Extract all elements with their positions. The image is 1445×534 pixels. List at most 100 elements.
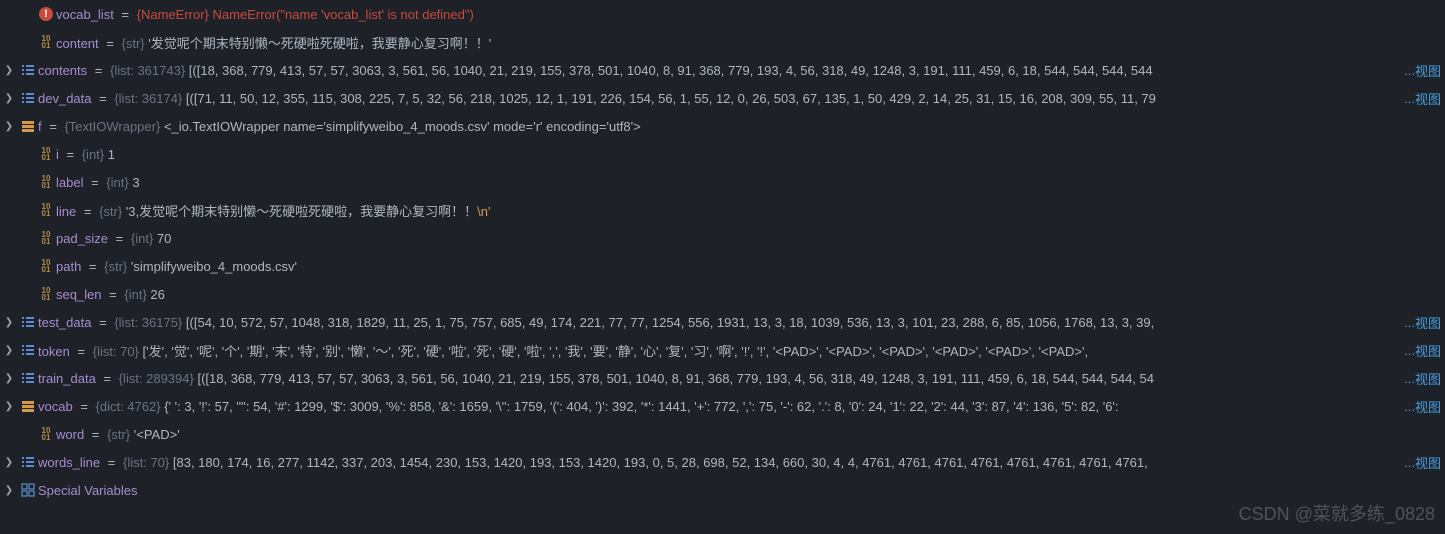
view-link-label: 视图 <box>1415 89 1441 108</box>
ellipsis: ... <box>1404 371 1415 386</box>
variable-row[interactable]: !vocab_list = {NameError} NameError("nam… <box>0 0 1445 28</box>
variable-content: token = {list: 70} ['发', '觉', '呢', '个', … <box>38 341 1445 360</box>
variable-value: 'simplifyweibo_4_moods.csv' <box>131 259 297 274</box>
variable-row[interactable]: ❯ token = {list: 70} ['发', '觉', '呢', '个',… <box>0 336 1445 364</box>
variable-row[interactable]: 1001label = {int} 3 <box>0 168 1445 196</box>
variable-type: {int} <box>106 175 128 190</box>
variable-type: {int} <box>124 287 146 302</box>
variable-type: {list: 70} <box>123 455 169 470</box>
variable-value: '3,发觉呢个期末特别懒～死硬啦死硬啦，我要静心复习啊！！ <box>126 204 477 219</box>
variable-row[interactable]: ❯ contents = {list: 361743} [([18, 368, 7… <box>0 56 1445 84</box>
view-link-label: 视图 <box>1415 397 1441 416</box>
variable-value: [([54, 10, 572, 57, 1048, 318, 1829, 11,… <box>186 315 1154 330</box>
dict-icon <box>18 399 38 413</box>
variable-content: dev_data = {list: 36174} [([71, 11, 50, … <box>38 91 1445 106</box>
view-link[interactable]: ...视图 <box>1400 392 1441 420</box>
equals-sign: = <box>80 204 95 219</box>
variable-row[interactable]: 1001path = {str} 'simplifyweibo_4_moods.… <box>0 252 1445 280</box>
variable-row[interactable]: 1001line = {str} '3,发觉呢个期末特别懒～死硬啦死硬啦，我要静… <box>0 196 1445 224</box>
variable-value: [([71, 11, 50, 12, 355, 115, 308, 225, 7… <box>186 91 1156 106</box>
variable-content: label = {int} 3 <box>56 175 1445 190</box>
variable-row[interactable]: 1001i = {int} 1 <box>0 140 1445 168</box>
variable-value: [([18, 368, 779, 413, 57, 57, 3063, 3, 5… <box>189 63 1153 78</box>
variable-row[interactable]: ❯train_data = {list: 289394} [([18, 368,… <box>0 364 1445 392</box>
variable-type: {list: 36174} <box>114 91 182 106</box>
variable-row[interactable]: ❯ dev_data = {list: 36174} [([71, 11, 50,… <box>0 84 1445 112</box>
ellipsis: ... <box>1404 399 1415 414</box>
variable-row[interactable]: ❯ vocab = {dict: 4762} {' ': 3, '!': 57, … <box>0 392 1445 420</box>
equals-sign: = <box>106 287 121 302</box>
variable-row[interactable]: 1001pad_size = {int} 70 <box>0 224 1445 252</box>
expand-arrow[interactable]: ❯ <box>0 121 18 132</box>
expand-arrow[interactable]: ❯ <box>0 373 18 384</box>
variable-name: line <box>56 204 76 219</box>
expand-arrow[interactable]: ❯ <box>0 317 18 328</box>
equals-sign: = <box>118 7 133 22</box>
view-link-label: 视图 <box>1415 313 1441 332</box>
expand-arrow[interactable]: ❯ <box>0 401 18 412</box>
ellipsis: ... <box>1404 63 1415 78</box>
variable-name: contents <box>38 63 87 78</box>
variable-row[interactable]: ❯ test_data = {list: 36175} [([54, 10, 57… <box>0 308 1445 336</box>
expand-arrow[interactable]: ❯ <box>0 485 18 496</box>
variable-value: [([18, 368, 779, 413, 57, 57, 3063, 3, 5… <box>197 371 1154 386</box>
equals-sign: = <box>104 455 119 470</box>
list-icon <box>18 63 38 77</box>
view-link[interactable]: ...视图 <box>1400 448 1441 476</box>
variable-name: Special Variables <box>38 483 137 498</box>
variable-name: word <box>56 427 84 442</box>
object-icon <box>18 119 38 133</box>
variable-row[interactable]: ❯ Special Variables <box>0 476 1445 504</box>
variable-value: 70 <box>157 231 171 246</box>
equals-sign: = <box>91 63 106 78</box>
view-link[interactable]: ...视图 <box>1400 336 1441 364</box>
variable-type: {list: 70} <box>93 344 139 359</box>
variable-type: {int} <box>82 147 104 162</box>
variable-content: Special Variables <box>38 483 1445 498</box>
view-link[interactable]: ...视图 <box>1400 308 1441 336</box>
variable-content: content = {str} '发觉呢个期末特别懒～死硬啦死硬啦，我要静心复习… <box>56 33 1445 52</box>
variable-value: 3 <box>132 175 139 190</box>
variable-type: {NameError} <box>137 7 209 22</box>
variable-row[interactable]: ❯f = {TextIOWrapper} <_io.TextIOWrapper … <box>0 112 1445 140</box>
variable-content: words_line = {list: 70} [83, 180, 174, 1… <box>38 455 1445 470</box>
expand-arrow[interactable]: ❯ <box>0 345 18 356</box>
list-icon <box>18 315 38 329</box>
variable-type: {list: 361743} <box>110 63 185 78</box>
view-link-label: 视图 <box>1415 453 1441 472</box>
variable-content: vocab = {dict: 4762} {' ': 3, '!': 57, '… <box>38 399 1445 414</box>
equals-sign: = <box>96 315 111 330</box>
variable-name: i <box>56 147 59 162</box>
variable-content: seq_len = {int} 26 <box>56 287 1445 302</box>
error-icon: ! <box>36 7 56 21</box>
ellipsis: ... <box>1404 455 1415 470</box>
variable-content: i = {int} 1 <box>56 147 1445 162</box>
view-link[interactable]: ...视图 <box>1400 84 1441 112</box>
primitive-icon: 1001 <box>36 203 56 217</box>
expand-arrow[interactable]: ❯ <box>0 65 18 76</box>
variable-type: {list: 289394} <box>119 371 194 386</box>
variable-content: path = {str} 'simplifyweibo_4_moods.csv' <box>56 259 1445 274</box>
equals-sign: = <box>46 119 61 134</box>
variable-row[interactable]: 1001word = {str} '<PAD>' <box>0 420 1445 448</box>
escape-sequence: \n' <box>477 204 490 219</box>
variable-name: vocab_list <box>56 7 114 22</box>
list-icon <box>18 343 38 357</box>
expand-arrow[interactable]: ❯ <box>0 93 18 104</box>
variable-content: test_data = {list: 36175} [([54, 10, 572… <box>38 315 1445 330</box>
variable-row[interactable]: ❯ words_line = {list: 70} [83, 180, 174, … <box>0 448 1445 476</box>
variable-row[interactable]: 1001content = {str} '发觉呢个期末特别懒～死硬啦死硬啦，我要… <box>0 28 1445 56</box>
view-link[interactable]: ...视图 <box>1400 364 1441 392</box>
ellipsis: ... <box>1404 91 1415 106</box>
primitive-icon: 1001 <box>36 287 56 301</box>
variable-content: line = {str} '3,发觉呢个期末特别懒～死硬啦死硬啦，我要静心复习啊… <box>56 201 1445 220</box>
view-link[interactable]: ...视图 <box>1400 56 1441 84</box>
variable-row[interactable]: 1001seq_len = {int} 26 <box>0 280 1445 308</box>
variable-name: test_data <box>38 315 92 330</box>
variable-value: {' ': 3, '!': 57, '"': 54, '#': 1299, '$… <box>164 399 1118 414</box>
variable-name: seq_len <box>56 287 102 302</box>
view-link-label: 视图 <box>1415 341 1441 360</box>
equals-sign: = <box>112 231 127 246</box>
equals-sign: = <box>77 399 92 414</box>
expand-arrow[interactable]: ❯ <box>0 457 18 468</box>
